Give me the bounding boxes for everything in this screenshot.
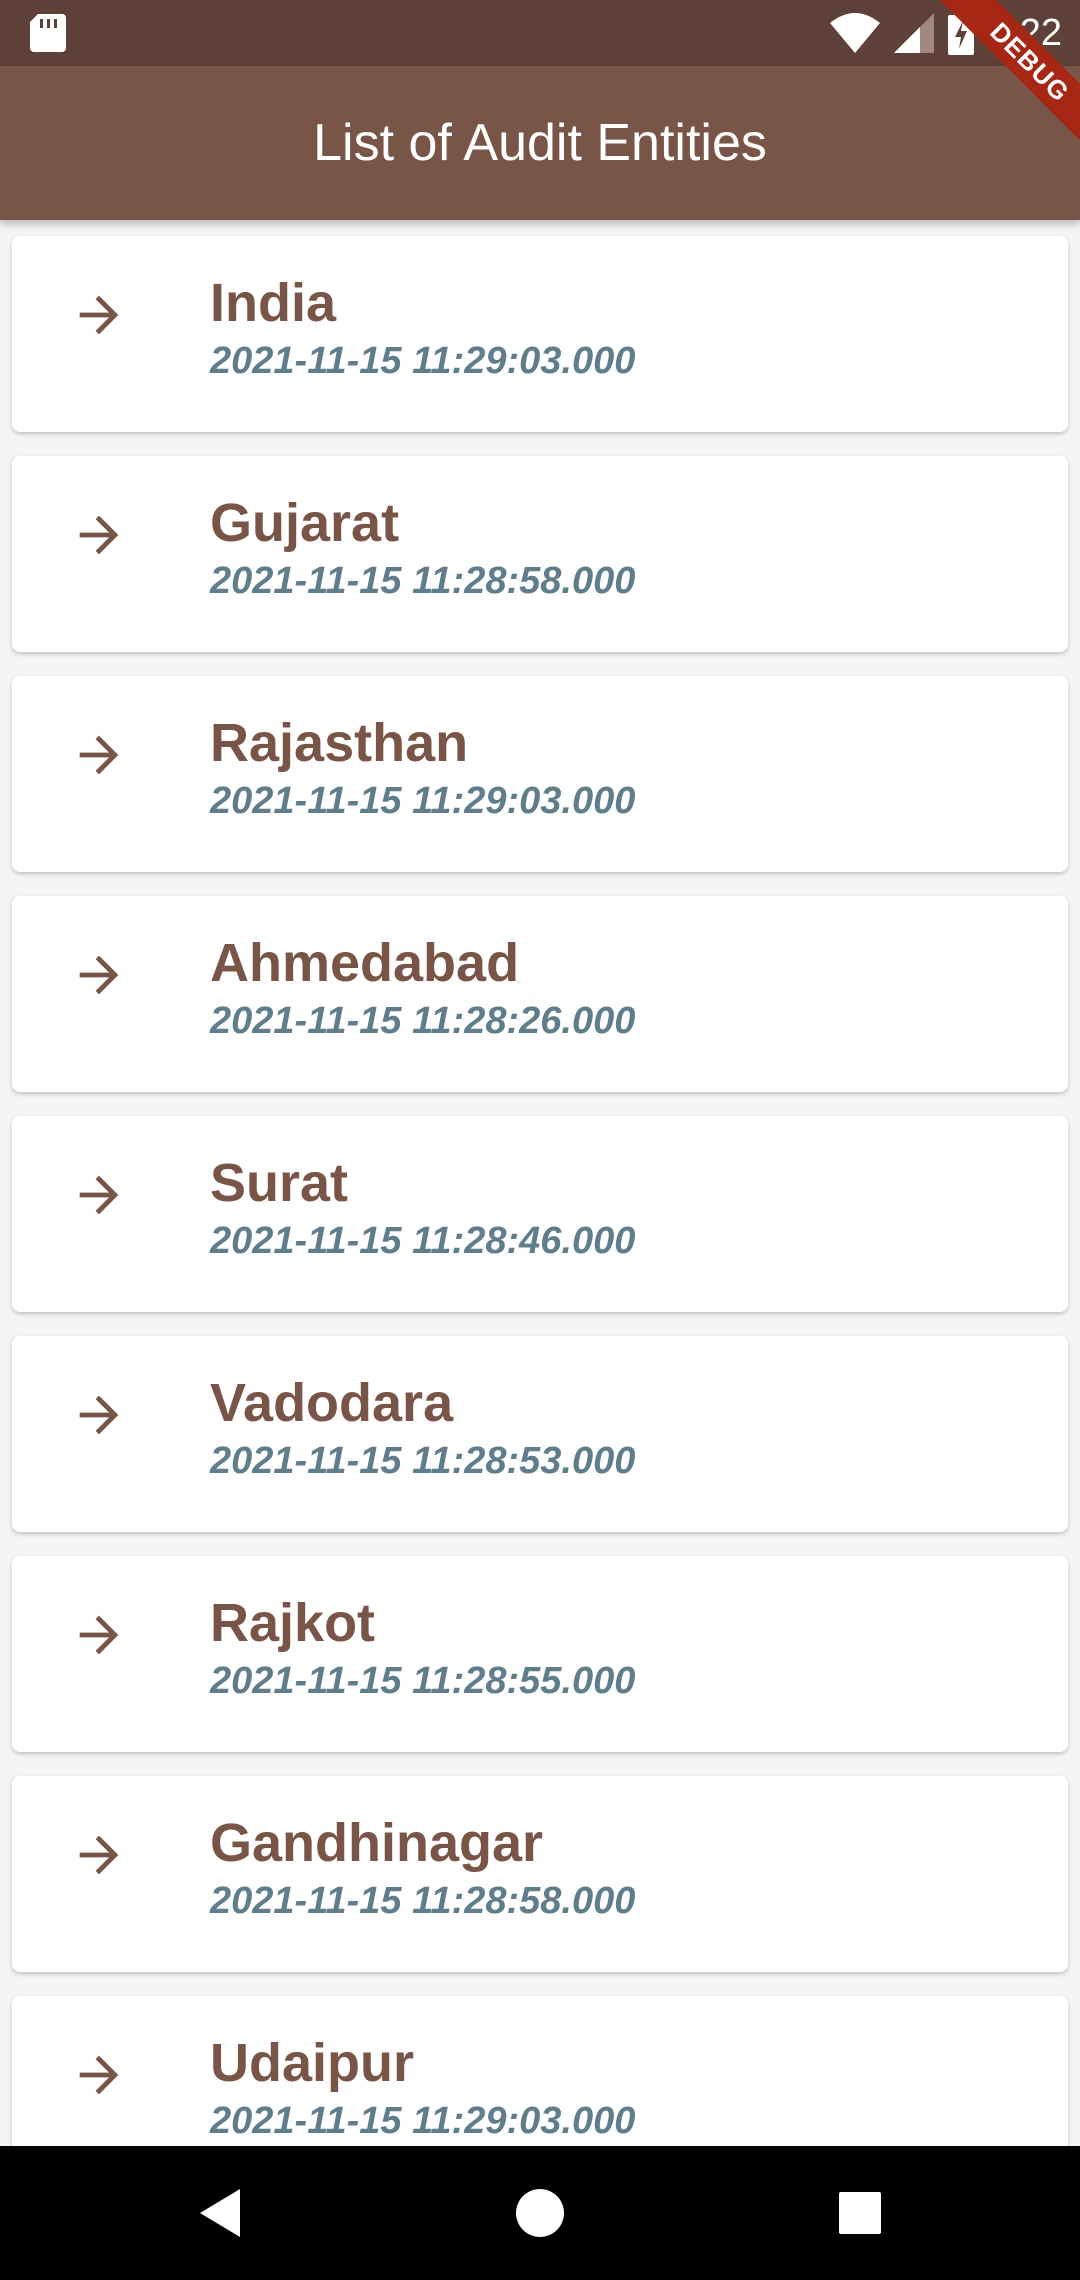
arrow-right-icon	[79, 515, 119, 555]
list-item[interactable]: India 2021-11-15 11:29:03.000	[12, 236, 1068, 432]
status-bar: 5:22	[0, 0, 1080, 66]
recents-icon[interactable]	[826, 2179, 894, 2247]
list-item[interactable]: Vadodara 2021-11-15 11:28:53.000	[12, 1336, 1068, 1532]
arrow-right-icon	[79, 735, 119, 775]
entity-name: Rajasthan	[210, 713, 469, 773]
list-item[interactable]: Gujarat 2021-11-15 11:28:58.000	[12, 456, 1068, 652]
status-time: 5:22	[988, 12, 1062, 54]
list-item[interactable]: Gandhinagar 2021-11-15 11:28:58.000	[12, 1776, 1068, 1972]
battery-charging-icon	[948, 11, 975, 55]
entity-timestamp: 2021-11-15 11:28:53.000	[210, 1440, 636, 1482]
list-item[interactable]: Rajkot 2021-11-15 11:28:55.000	[12, 1556, 1068, 1752]
list-item[interactable]: Rajasthan 2021-11-15 11:29:03.000	[12, 676, 1068, 872]
list-item[interactable]: Surat 2021-11-15 11:28:46.000	[12, 1116, 1068, 1312]
entity-timestamp: 2021-11-15 11:29:03.000	[210, 2100, 636, 2142]
home-icon[interactable]	[506, 2179, 574, 2247]
arrow-right-icon	[79, 1835, 119, 1875]
entity-timestamp: 2021-11-15 11:29:03.000	[210, 340, 636, 382]
arrow-right-icon	[79, 1395, 119, 1435]
entity-timestamp: 2021-11-15 11:28:46.000	[210, 1220, 636, 1262]
list-item[interactable]: Udaipur 2021-11-15 11:29:03.000	[12, 1996, 1068, 2146]
entity-timestamp: 2021-11-15 11:28:58.000	[210, 560, 636, 602]
entity-timestamp: 2021-11-15 11:28:55.000	[210, 1660, 636, 1702]
arrow-right-icon	[79, 955, 119, 995]
entity-name: Ahmedabad	[210, 933, 520, 993]
entity-name: Gandhinagar	[210, 1813, 544, 1873]
page-title: List of Audit Entities	[313, 114, 767, 172]
navigation-bar	[0, 2146, 1080, 2280]
wifi-icon	[830, 13, 881, 53]
entity-name: Vadodara	[210, 1373, 454, 1433]
back-icon[interactable]	[186, 2179, 254, 2247]
entity-timestamp: 2021-11-15 11:28:26.000	[210, 1000, 636, 1042]
entity-name: Udaipur	[210, 2033, 415, 2093]
arrow-right-icon	[79, 1615, 119, 1655]
arrow-right-icon	[79, 295, 119, 335]
entity-name: Gujarat	[210, 493, 400, 553]
entity-name: Surat	[210, 1153, 349, 1213]
entity-timestamp: 2021-11-15 11:29:03.000	[210, 780, 636, 822]
app-bar: List of Audit Entities	[0, 66, 1080, 220]
sd-card-icon	[30, 14, 66, 52]
signal-icon	[894, 13, 935, 53]
arrow-right-icon	[79, 2055, 119, 2095]
entity-list[interactable]: India 2021-11-15 11:29:03.000 Gujarat 20…	[0, 220, 1080, 2146]
entity-timestamp: 2021-11-15 11:28:58.000	[210, 1880, 636, 1922]
entity-name: Rajkot	[210, 1593, 376, 1653]
arrow-right-icon	[79, 1175, 119, 1215]
entity-name: India	[210, 273, 337, 333]
list-item[interactable]: Ahmedabad 2021-11-15 11:28:26.000	[12, 896, 1068, 1092]
